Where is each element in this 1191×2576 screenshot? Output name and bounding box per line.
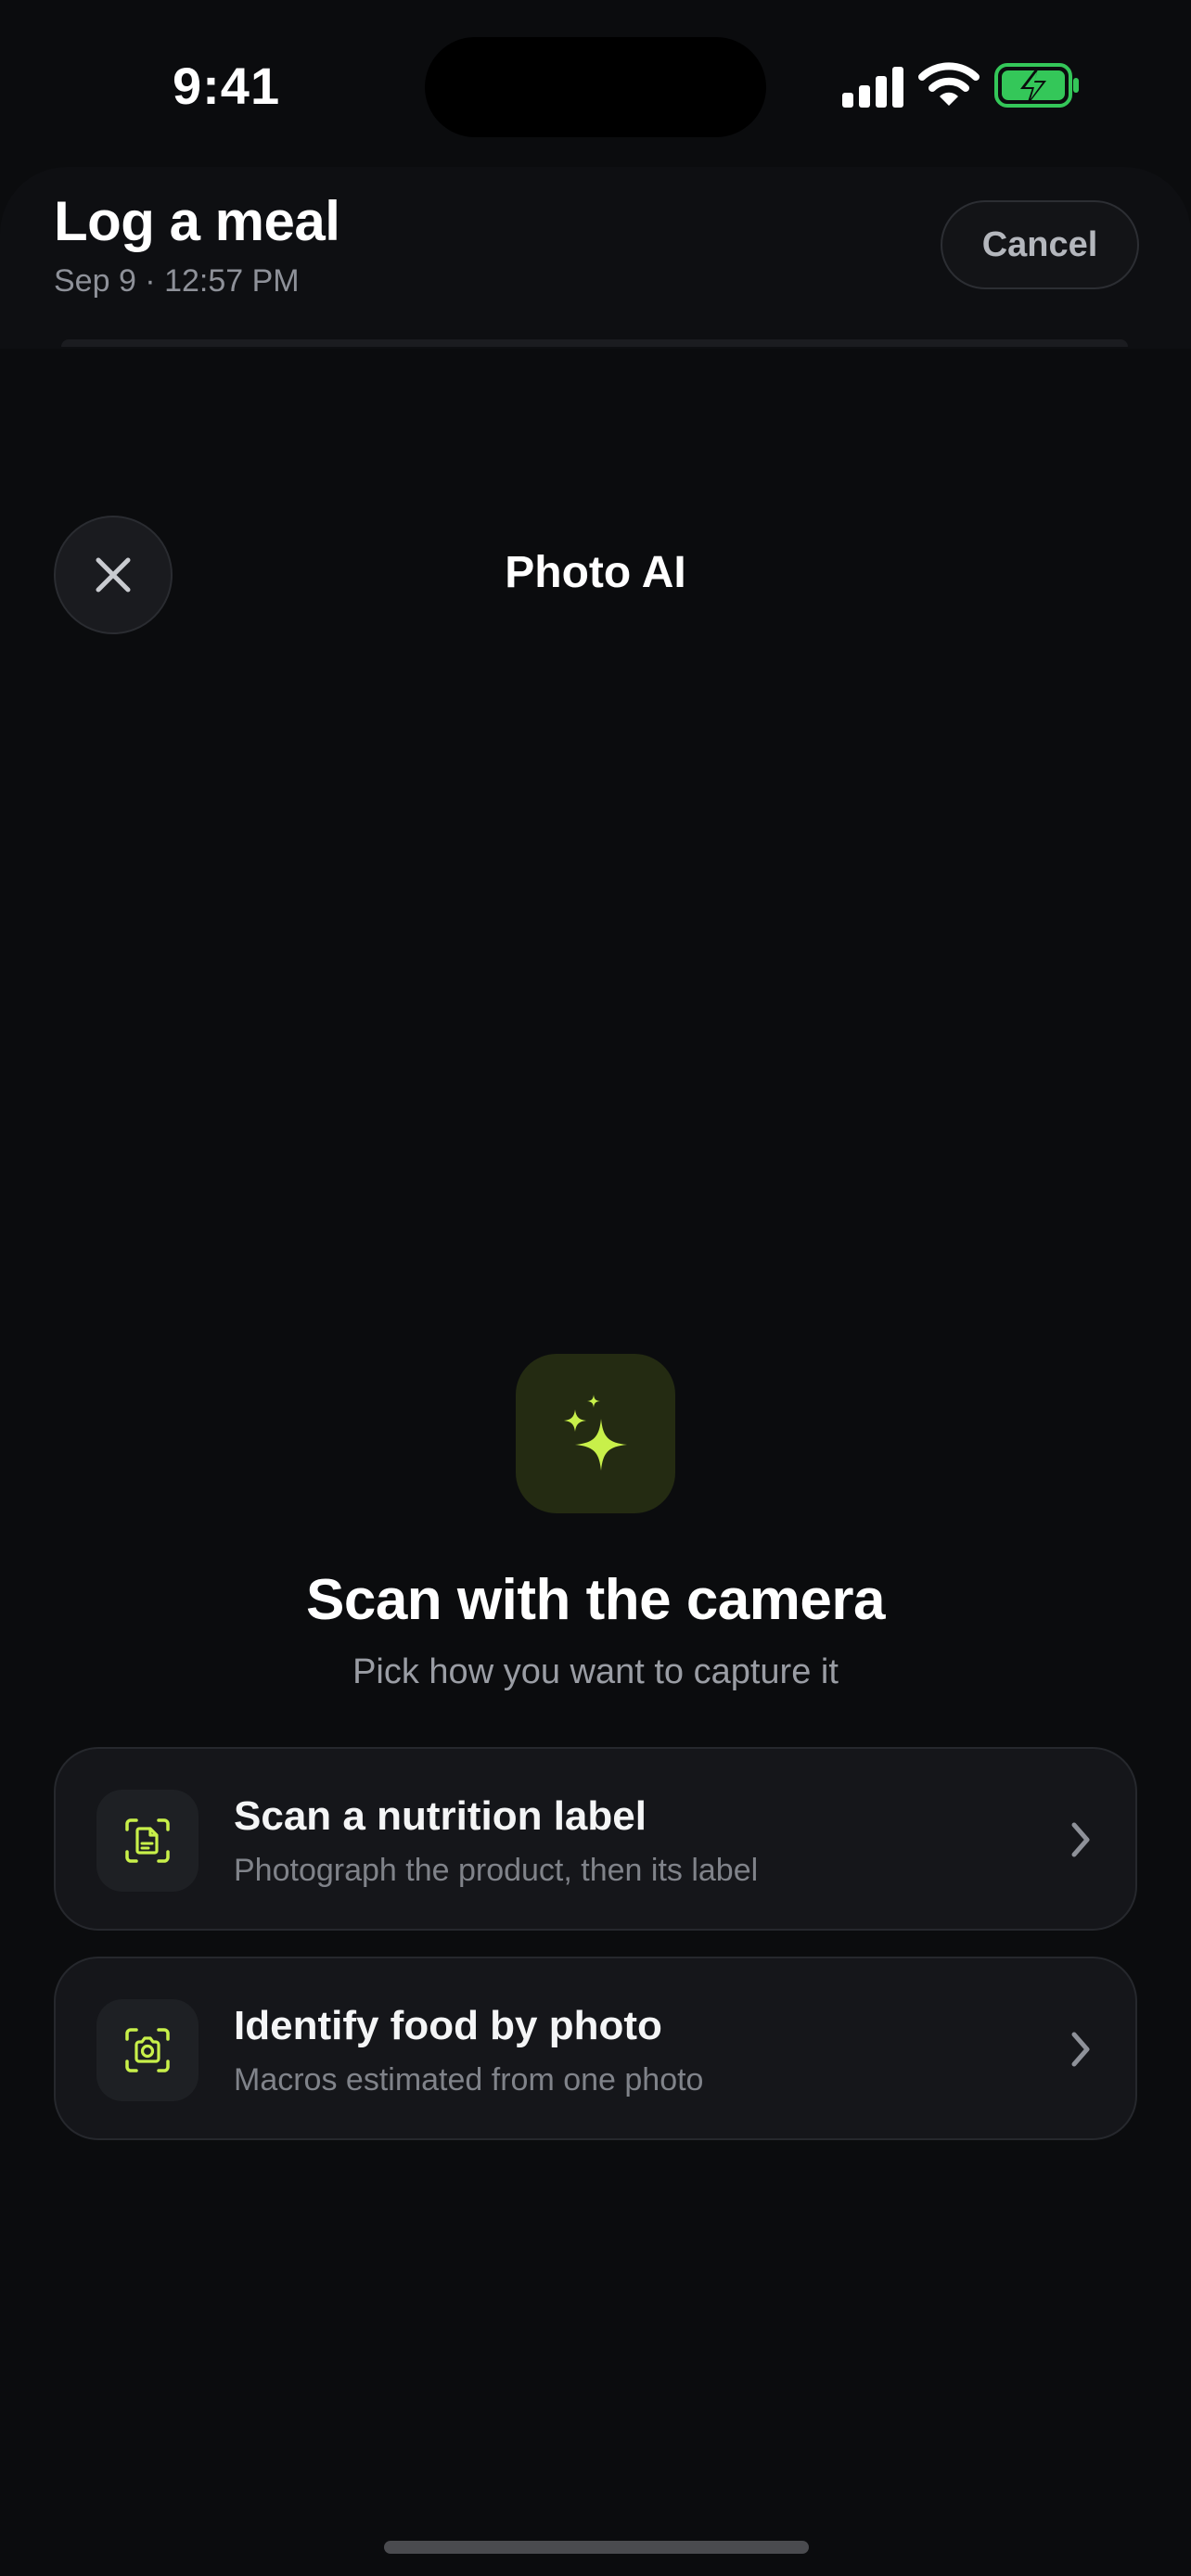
overlay-title: Photo AI: [505, 548, 686, 597]
scan-heading: Scan with the camera: [305, 1568, 886, 1632]
chevron-right-icon: [1071, 1822, 1090, 1857]
home-indicator[interactable]: [384, 2541, 809, 2554]
option-description: Macros estimated from one photo: [234, 2062, 704, 2098]
sparkle-tile: [516, 1354, 675, 1513]
status-time: 9:41: [173, 57, 281, 115]
identify-food-photo-option[interactable]: Identify food by photo Macros estimated …: [54, 1957, 1137, 2140]
cancel-button[interactable]: Cancel: [941, 200, 1139, 289]
chevron-right-icon: [1071, 2032, 1090, 2067]
signal-icon: [842, 67, 903, 108]
status-bar: 9:41: [0, 0, 1191, 167]
sheet-divider: [61, 339, 1128, 347]
battery-charging-icon: [994, 63, 1079, 108]
option-description: Photograph the product, then its label: [234, 1853, 759, 1888]
sparkles-icon: [564, 1395, 627, 1471]
scan-camera-icon: [125, 2028, 170, 2072]
option-icon-tile: [96, 1790, 198, 1892]
option-title: Scan a nutrition label: [234, 1793, 647, 1839]
sheet-title: Log a meal: [54, 190, 340, 252]
scan-subheading: Pick how you want to capture it: [352, 1652, 839, 1691]
option-icon-tile: [96, 1999, 198, 2101]
option-title: Identify food by photo: [234, 2003, 662, 2048]
scan-nutrition-label-option[interactable]: Scan a nutrition label Photograph the pr…: [54, 1747, 1137, 1931]
sheet-datetime: Sep 9 · 12:57 PM: [54, 263, 300, 299]
screen: 9:41 Log a meal Sep 9 · 12:57 PM Cancel: [0, 0, 1191, 2576]
wifi-icon: [918, 62, 980, 106]
scan-document-icon: [125, 1818, 170, 1863]
dynamic-island: [425, 37, 766, 137]
